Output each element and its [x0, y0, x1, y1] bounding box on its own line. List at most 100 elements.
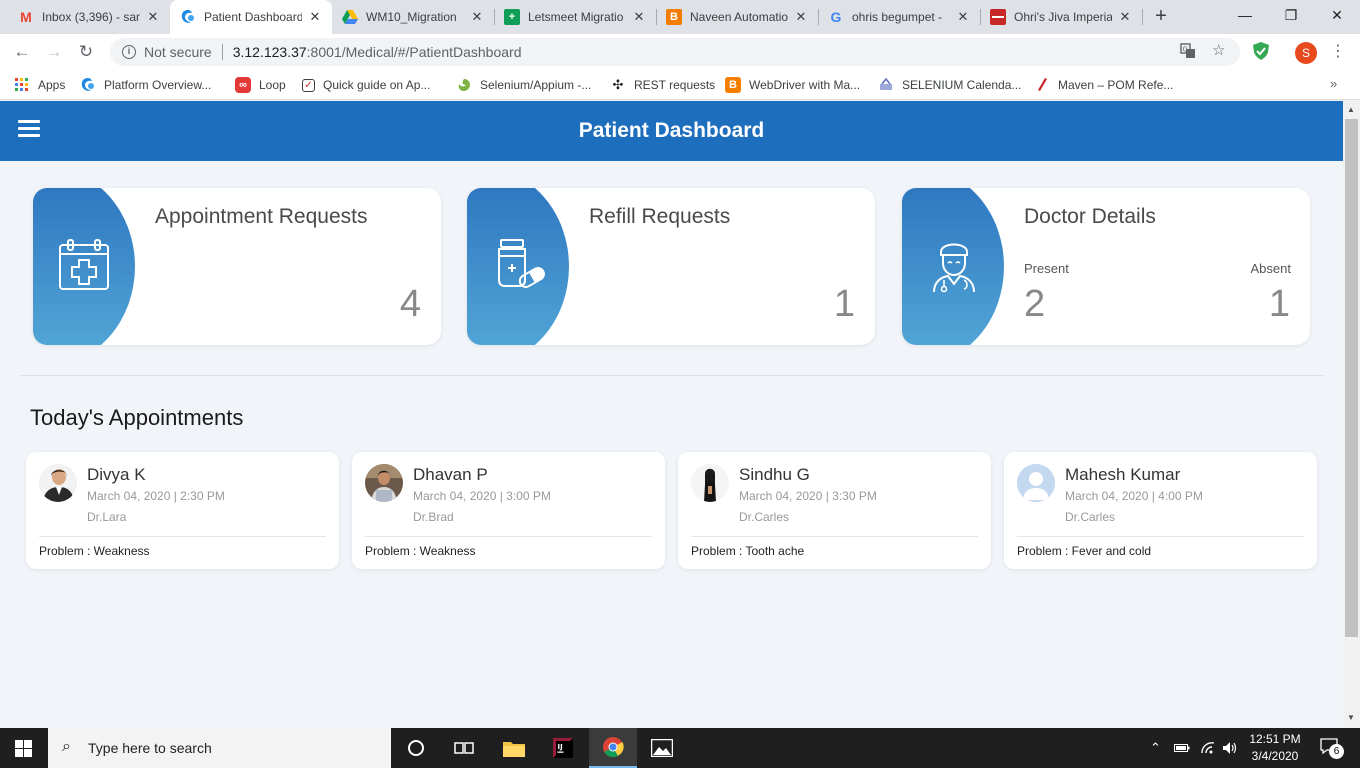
restore-button[interactable]: ❐ — [1268, 0, 1314, 30]
tab-label: Naveen Automatio — [690, 10, 788, 24]
card-count: 1 — [833, 283, 855, 325]
bookmark-label: Apps — [38, 78, 66, 92]
taskbar-search-input[interactable]: ⌕ Type here to search — [48, 728, 391, 768]
battery-icon[interactable] — [1174, 728, 1190, 768]
appointment-datetime: March 04, 2020 | 3:00 PM — [413, 489, 551, 503]
bookmark-quick-guide[interactable]: ✓ Quick guide on Ap... — [302, 70, 430, 100]
appointment-requests-card[interactable]: Appointment Requests 4 — [33, 188, 441, 345]
selenium-icon — [456, 77, 472, 93]
appointment-datetime: March 04, 2020 | 2:30 PM — [87, 489, 225, 503]
tab-letsmeet-migration[interactable]: + Letsmeet Migratio ✕ — [494, 0, 656, 34]
windows-start-icon[interactable] — [15, 740, 32, 757]
scroll-down-icon[interactable]: ▼ — [1347, 713, 1355, 722]
patient-name: Dhavan P — [413, 465, 488, 484]
file-explorer-icon[interactable] — [490, 728, 538, 768]
bookmark-apps[interactable]: Apps — [14, 70, 65, 100]
appointment-card[interactable]: Divya K March 04, 2020 | 2:30 PM Dr.Lara… — [26, 452, 339, 569]
system-clock[interactable]: 12:51 PM 3/4/2020 — [1240, 731, 1310, 765]
tab-naveen-automation[interactable]: B Naveen Automatio ✕ — [656, 0, 818, 34]
close-icon[interactable]: ✕ — [632, 9, 646, 25]
scroll-up-icon[interactable]: ▲ — [1347, 105, 1355, 114]
address-bar[interactable]: i Not secure 3.12.123.37 :8001/Medical/#… — [110, 38, 1240, 66]
page-scrollbar[interactable]: ▲ ▼ — [1343, 101, 1360, 728]
windows-taskbar: ⌕ Type here to search IJ ⌃ 12:51 PM 3/4/… — [0, 728, 1360, 768]
notification-center-icon[interactable]: 6 — [1320, 738, 1344, 759]
back-icon[interactable]: ← — [10, 40, 34, 64]
card-title: Doctor Details — [1024, 205, 1156, 228]
doctor-details-card[interactable]: Doctor Details Present 2 Absent 1 — [902, 188, 1310, 345]
volume-icon[interactable] — [1222, 728, 1238, 768]
cortana-icon[interactable] — [392, 728, 440, 768]
hamburger-menu-icon[interactable] — [18, 120, 40, 138]
appointment-datetime: March 04, 2020 | 4:00 PM — [1065, 489, 1203, 503]
reload-icon[interactable]: ↻ — [74, 40, 98, 64]
card-divider — [691, 536, 978, 537]
app-header: Patient Dashboard — [0, 101, 1343, 161]
chrome-taskbar-icon[interactable] — [589, 728, 637, 768]
forward-icon[interactable]: → — [42, 40, 66, 64]
appointment-card[interactable]: Dhavan P March 04, 2020 | 3:00 PM Dr.Bra… — [352, 452, 665, 569]
intellij-icon[interactable]: IJ — [539, 728, 587, 768]
section-divider — [20, 375, 1324, 376]
tab-patient-dashboard[interactable]: Patient Dashboard ✕ — [170, 0, 332, 34]
tab-separator — [818, 9, 819, 25]
search-icon: ⌕ — [62, 738, 71, 755]
avatar — [365, 464, 403, 502]
appointment-card[interactable]: Mahesh Kumar March 04, 2020 | 4:00 PM Dr… — [1004, 452, 1317, 569]
bookmark-maven-pom[interactable]: Maven – POM Refe... — [1034, 70, 1173, 100]
bookmark-rest-requests[interactable]: ✣ REST requests — [610, 70, 716, 100]
doctor-name: Dr.Carles — [739, 510, 790, 524]
shield-extension-icon[interactable] — [1253, 42, 1269, 60]
chevron-up-icon[interactable]: ⌃ — [1150, 728, 1161, 768]
menu-dots-icon[interactable]: ⋮ — [1330, 40, 1346, 64]
tab-separator — [656, 9, 657, 25]
medicine-bottle-icon — [498, 239, 545, 288]
bookmark-platform-overview[interactable]: Platform Overview... — [80, 70, 211, 100]
tab-label: Patient Dashboard — [204, 10, 302, 24]
tab-ohris-jiva[interactable]: Ohri's Jiva Imperia ✕ — [980, 0, 1142, 34]
tab-strip: M Inbox (3,396) - san ✕ Patient Dashboar… — [0, 0, 1360, 34]
profile-avatar[interactable]: S — [1295, 42, 1317, 64]
scrollbar-thumb[interactable] — [1345, 119, 1358, 637]
info-icon[interactable]: i — [122, 45, 136, 59]
bookmark-label: WebDriver with Ma... — [749, 78, 861, 92]
task-view-icon[interactable] — [440, 728, 488, 768]
photos-icon[interactable] — [638, 728, 686, 768]
notification-badge: 6 — [1329, 744, 1344, 759]
problem-text: Problem : Weakness — [39, 544, 150, 558]
minimize-button[interactable]: — — [1222, 0, 1268, 30]
loop-icon: ∞ — [235, 77, 251, 93]
tab-label: ohris begumpet - — [852, 10, 943, 24]
close-icon[interactable]: ✕ — [794, 9, 808, 25]
close-window-button[interactable]: ✕ — [1314, 0, 1360, 30]
refill-requests-card[interactable]: Refill Requests 1 — [467, 188, 875, 345]
bookmark-star-icon[interactable]: ☆ — [1212, 41, 1225, 59]
page-title: Patient Dashboard — [578, 119, 765, 142]
tab-wm10-migration[interactable]: WM10_Migration ✕ — [332, 0, 494, 34]
close-icon[interactable]: ✕ — [146, 9, 160, 25]
translate-icon[interactable]: G — [1180, 43, 1196, 63]
svg-text:G: G — [1183, 46, 1188, 54]
bookmark-loop[interactable]: ∞ Loop — [235, 70, 286, 100]
bookmark-label: SELENIUM Calenda... — [902, 78, 1022, 92]
close-icon[interactable]: ✕ — [308, 9, 322, 25]
close-icon[interactable]: ✕ — [1118, 9, 1132, 25]
close-icon[interactable]: ✕ — [956, 9, 970, 25]
more-bookmarks-icon[interactable]: » — [1330, 76, 1337, 91]
close-icon[interactable]: ✕ — [470, 9, 484, 25]
calendar-icon — [878, 77, 894, 93]
tab-label: Ohri's Jiva Imperia — [1014, 10, 1112, 24]
doctor-name: Dr.Lara — [87, 510, 127, 524]
appointment-card[interactable]: Sindhu G March 04, 2020 | 3:30 PM Dr.Car… — [678, 452, 991, 569]
bookmark-webdriver[interactable]: B WebDriver with Ma... — [725, 70, 860, 100]
wifi-icon[interactable] — [1200, 728, 1216, 768]
tab-ohris-begumpet[interactable]: G ohris begumpet - ✕ — [818, 0, 980, 34]
tab-gmail[interactable]: M Inbox (3,396) - san ✕ — [8, 0, 170, 34]
bookmark-label: Platform Overview... — [104, 78, 212, 92]
bookmark-selenium-calendar[interactable]: SELENIUM Calenda... — [878, 70, 1021, 100]
new-tab-button[interactable]: + — [1150, 5, 1172, 27]
absent-label: Absent — [1250, 261, 1291, 276]
blogger-icon: B — [725, 77, 741, 93]
bookmark-selenium-appium[interactable]: Selenium/Appium -... — [456, 70, 591, 100]
calendar-plus-icon — [59, 239, 109, 290]
